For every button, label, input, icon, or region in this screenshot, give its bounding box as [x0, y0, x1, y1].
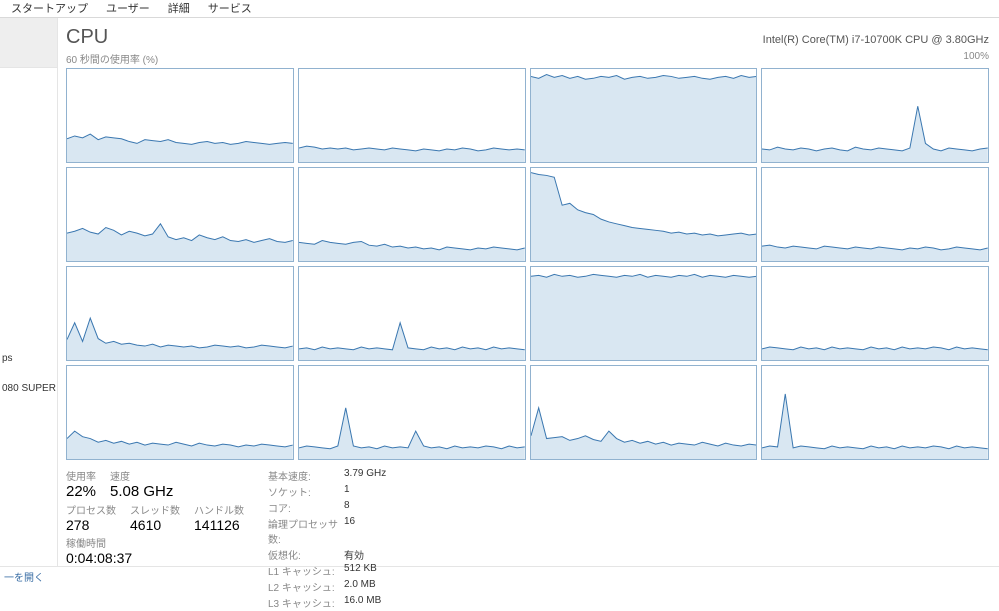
cpu-header: CPU Intel(R) Core(TM) i7-10700K CPU @ 3.…	[66, 26, 989, 49]
l3-cache-label: L3 キャッシュ:	[268, 595, 338, 610]
processes-value: 278	[66, 517, 116, 533]
uptime-value: 0:04:08:37	[66, 550, 244, 566]
chart-x-label: 60 秒間の使用率 (%)	[66, 51, 158, 66]
handles-label: ハンドル数	[194, 502, 244, 517]
sidebar-item-ps[interactable]: ps	[2, 353, 13, 364]
core-chart-6	[530, 167, 758, 262]
logical-processors-value: 16	[344, 516, 355, 546]
base-speed-value: 3.79 GHz	[344, 468, 386, 483]
cpu-model-name: Intel(R) Core(TM) i7-10700K CPU @ 3.80GH…	[763, 34, 989, 46]
threads-value: 4610	[130, 517, 180, 533]
core-chart-11	[761, 266, 989, 361]
core-chart-0	[66, 68, 294, 163]
cpu-stats-secondary: 基本速度: 3.79 GHz ソケット: 1 コア: 8 論理プロセッサ数:16 仮想…	[268, 468, 386, 611]
panel-title: CPU	[66, 26, 108, 49]
core-chart-5	[298, 167, 526, 262]
processes-label: プロセス数	[66, 502, 116, 517]
cores-label: コア:	[268, 500, 338, 515]
core-chart-10	[530, 266, 758, 361]
core-chart-12	[66, 365, 294, 460]
threads-label: スレッド数	[130, 502, 180, 517]
logical-processors-label: 論理プロセッサ数:	[268, 516, 338, 546]
core-chart-4	[66, 167, 294, 262]
cores-value: 8	[344, 500, 350, 515]
utilisation-label: 使用率	[66, 468, 96, 483]
sockets-label: ソケット:	[268, 484, 338, 499]
cpu-panel: CPU Intel(R) Core(TM) i7-10700K CPU @ 3.…	[58, 18, 999, 566]
resource-sidebar: ps 080 SUPER	[0, 18, 58, 566]
sockets-value: 1	[344, 484, 350, 499]
virtualisation-value: 有効	[344, 547, 364, 562]
tab-users[interactable]: ユーザー	[97, 0, 159, 17]
core-chart-14	[530, 365, 758, 460]
l3-cache-value: 16.0 MB	[344, 595, 381, 610]
core-chart-13	[298, 365, 526, 460]
cpu-stats-primary: 使用率 22% 速度 5.08 GHz プロセス数 278 スレッド数 4610	[66, 468, 244, 611]
sidebar-cpu-thumb[interactable]	[0, 18, 57, 68]
tab-startup[interactable]: スタートアップ	[2, 0, 97, 17]
core-chart-9	[298, 266, 526, 361]
chart-axis-labels: 60 秒間の使用率 (%) 100%	[66, 51, 989, 66]
chart-y-max-label: 100%	[963, 51, 989, 66]
base-speed-label: 基本速度:	[268, 468, 338, 483]
tab-details[interactable]: 詳細	[159, 0, 199, 17]
virtualisation-label: 仮想化:	[268, 547, 338, 562]
l2-cache-label: L2 キャッシュ:	[268, 579, 338, 594]
core-chart-3	[761, 68, 989, 163]
core-chart-grid	[66, 68, 989, 460]
uptime-label: 稼働時間	[66, 535, 244, 550]
l2-cache-value: 2.0 MB	[344, 579, 376, 594]
core-chart-8	[66, 266, 294, 361]
speed-label: 速度	[110, 468, 173, 483]
core-chart-15	[761, 365, 989, 460]
tab-bar: スタートアップ ユーザー 詳細 サービス	[0, 0, 999, 18]
core-chart-2	[530, 68, 758, 163]
l1-cache-label: L1 キャッシュ:	[268, 563, 338, 578]
utilisation-value: 22%	[66, 483, 96, 500]
core-chart-7	[761, 167, 989, 262]
cpu-stats: 使用率 22% 速度 5.08 GHz プロセス数 278 スレッド数 4610	[66, 468, 989, 611]
l1-cache-value: 512 KB	[344, 563, 377, 578]
handles-value: 141126	[194, 517, 244, 533]
tab-services[interactable]: サービス	[199, 0, 261, 17]
speed-value: 5.08 GHz	[110, 483, 173, 500]
core-chart-1	[298, 68, 526, 163]
sidebar-item-gpu[interactable]: 080 SUPER	[2, 383, 56, 394]
